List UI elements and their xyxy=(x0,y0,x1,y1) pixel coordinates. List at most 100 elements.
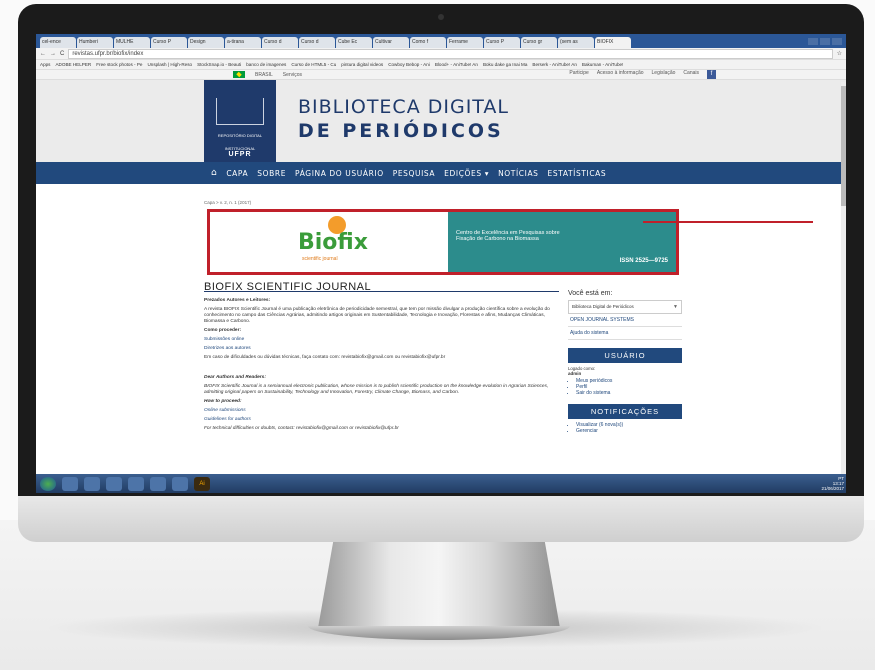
bookmark-item[interactable]: Boku dake ga Inai Ma xyxy=(483,62,527,67)
user-link[interactable]: Sair do sistema xyxy=(576,390,682,396)
logo-line: UFPR xyxy=(228,151,252,158)
logo-line: REPOSITÓRIO DIGITAL xyxy=(217,133,263,138)
bookmark-item[interactable]: banco de imagenes xyxy=(246,62,286,67)
main-content: BIOFIX SCIENTIFIC JOURNAL Prezados Autor… xyxy=(204,282,559,435)
browser-tab[interactable]: cel-ence xyxy=(40,37,76,48)
explorer-icon[interactable] xyxy=(172,476,188,491)
help-link[interactable]: Ajuda do sistema xyxy=(568,327,682,340)
repository-logo[interactable]: REPOSITÓRIO DIGITAL INSTITUCIONAL UFPR xyxy=(204,80,276,162)
system-tray: PT 13:17 21/06/2017 xyxy=(821,476,846,491)
facebook-icon[interactable]: f xyxy=(707,70,716,79)
gov-link[interactable]: Canais xyxy=(683,70,699,79)
reload-icon[interactable]: C xyxy=(60,51,64,57)
forward-icon[interactable]: → xyxy=(50,51,56,57)
pt-guidelines-link[interactable]: Diretrizes aos autores xyxy=(204,346,559,352)
gov-link[interactable]: Legislação xyxy=(652,70,676,79)
nav-item[interactable]: SOBRE xyxy=(257,169,286,178)
bookmark-item[interactable]: Free stock photos - Pe xyxy=(96,62,142,67)
ie-icon[interactable] xyxy=(62,476,78,491)
nav-item[interactable]: PÁGINA DO USUÁRIO xyxy=(295,169,384,178)
browser-tab[interactable]: (sem as xyxy=(558,37,594,48)
journal-banner: Biofix scientific journal Centro de Exce… xyxy=(207,209,679,275)
title-line: BIBLIOTECA DIGITAL xyxy=(298,96,510,118)
bookmark-item[interactable]: ADOBE HELPER xyxy=(55,62,91,67)
location-select[interactable]: Biblioteca Digital de Periódicos xyxy=(568,300,682,314)
back-icon[interactable]: ← xyxy=(40,51,46,57)
main-nav: ⌂ CAPA SOBRE PÁGINA DO USUÁRIO PESQUISA EDIÇ… xyxy=(36,162,846,184)
bookmark-item[interactable]: Apps xyxy=(40,62,50,67)
en-body: BIOFIX Scientific Journal is a semiannua… xyxy=(204,384,549,395)
monitor-chin xyxy=(18,496,864,542)
notification-link[interactable]: Gerenciar xyxy=(576,428,682,434)
maximize-icon[interactable] xyxy=(820,37,830,45)
gov-link[interactable]: Participe xyxy=(569,70,588,79)
bookmark-item[interactable]: Berserk - AniTube! An xyxy=(532,62,577,67)
minimize-icon[interactable] xyxy=(808,37,818,45)
bookmark-item[interactable]: Cowboy Bebop - Ani xyxy=(388,62,430,67)
bookmark-item[interactable]: Bakuman - AniTube! xyxy=(582,62,623,67)
illustrator-icon[interactable]: Ai xyxy=(194,476,210,491)
ojs-link[interactable]: OPEN JOURNAL SYSTEMS xyxy=(568,314,682,327)
brazil-flag-icon xyxy=(233,71,245,78)
pt-body: A revista BIOFIX Scientific Journal é um… xyxy=(204,307,550,324)
banner-tagline: Centro de Excelência em Pesquisas sobre … xyxy=(448,212,676,272)
address-bar: ← → C revistas.ufpr.br/biofix/index ☆ xyxy=(36,48,846,60)
media-icon[interactable] xyxy=(106,476,122,491)
book-icon xyxy=(216,98,264,125)
bookmark-item[interactable]: pintura digital videos xyxy=(341,62,383,67)
pt-submissions-link[interactable]: Submissões online xyxy=(204,337,559,343)
browser-tab[interactable]: Design xyxy=(188,37,224,48)
notifications-header: NOTIFICAÇÕES xyxy=(568,404,682,419)
close-icon[interactable] xyxy=(832,37,842,45)
camera-icon xyxy=(438,14,444,20)
browser-tab[interactable]: a-tirana xyxy=(225,37,261,48)
browser-tab[interactable]: MULHE xyxy=(114,37,150,48)
pt-contact: Em caso de dificuldades ou dúvidas técni… xyxy=(204,355,446,360)
gov-services[interactable]: Serviços xyxy=(283,72,302,78)
gov-country[interactable]: BRASIL xyxy=(255,72,273,78)
browser-tab[interactable]: Humberi xyxy=(77,37,113,48)
nav-item[interactable]: EDIÇÕES ▾ xyxy=(444,169,489,178)
nav-item[interactable]: ESTATÍSTICAS xyxy=(548,169,607,178)
nav-item[interactable]: NOTÍCIAS xyxy=(498,169,538,178)
browser-tab[interactable]: Cultivar xyxy=(373,37,409,48)
browser-tab[interactable]: Como f xyxy=(410,37,446,48)
star-icon[interactable]: ☆ xyxy=(837,50,842,57)
taskbar: Ai PT 13:17 21/06/2017 xyxy=(36,474,846,493)
user-links: Meus periódicos Perfil Sair do sistema xyxy=(568,378,682,396)
browser-tab[interactable]: Curso d xyxy=(262,37,298,48)
firefox-icon[interactable] xyxy=(150,476,166,491)
gov-link[interactable]: Acesso à informação xyxy=(597,70,644,79)
bookmark-item[interactable]: Blood+ - AniTube! An xyxy=(435,62,478,67)
site-header: REPOSITÓRIO DIGITAL INSTITUCIONAL UFPR B… xyxy=(36,80,846,162)
breadcrumb[interactable]: Capa > v. 2, n. 1 (2017) xyxy=(204,200,251,205)
chrome-icon[interactable] xyxy=(128,476,144,491)
callout-line xyxy=(643,221,813,223)
browser-tab[interactable]: Curso gr xyxy=(521,37,557,48)
browser-tab[interactable]: Curso P xyxy=(484,37,520,48)
url-input[interactable]: revistas.ufpr.br/biofix/index xyxy=(68,48,833,59)
start-button[interactable] xyxy=(40,476,56,491)
en-submissions-link[interactable]: Online submissions xyxy=(204,408,559,414)
bookmark-item[interactable]: Unsplash | High-Reso xyxy=(147,62,192,67)
browser-tab[interactable]: Curso d xyxy=(299,37,335,48)
site-title: BIBLIOTECA DIGITAL DE PERIÓDICOS xyxy=(298,96,509,142)
scrollbar-thumb[interactable] xyxy=(841,86,846,206)
pt-greeting: Prezados Autores e Leitores: xyxy=(204,298,271,303)
user-header: USUÁRIO xyxy=(568,348,682,363)
bookmark-item[interactable]: Curso de HTML5 - Cu xyxy=(291,62,336,67)
browser-tab[interactable]: BIOFIX xyxy=(595,37,631,48)
browser-tab[interactable]: Ferrame xyxy=(447,37,483,48)
browser-tab[interactable]: Curso P xyxy=(151,37,187,48)
page-scrollbar[interactable] xyxy=(841,82,846,474)
en-how: How to proceed: xyxy=(204,399,242,404)
bookmark-item[interactable]: StockSnap.io - Beauti xyxy=(197,62,241,67)
nav-item[interactable]: CAPA xyxy=(226,169,248,178)
en-guidelines-link[interactable]: Guidelines for authors xyxy=(204,417,559,423)
home-icon[interactable]: ⌂ xyxy=(211,168,217,178)
browser-tab[interactable]: Cube Ec xyxy=(336,37,372,48)
tagline-line: Fixação de Carbono na Biomassa xyxy=(456,236,539,242)
sidebar: Você está em: Biblioteca Digital de Peri… xyxy=(568,290,682,436)
nav-item[interactable]: PESQUISA xyxy=(393,169,435,178)
folder-icon[interactable] xyxy=(84,476,100,491)
